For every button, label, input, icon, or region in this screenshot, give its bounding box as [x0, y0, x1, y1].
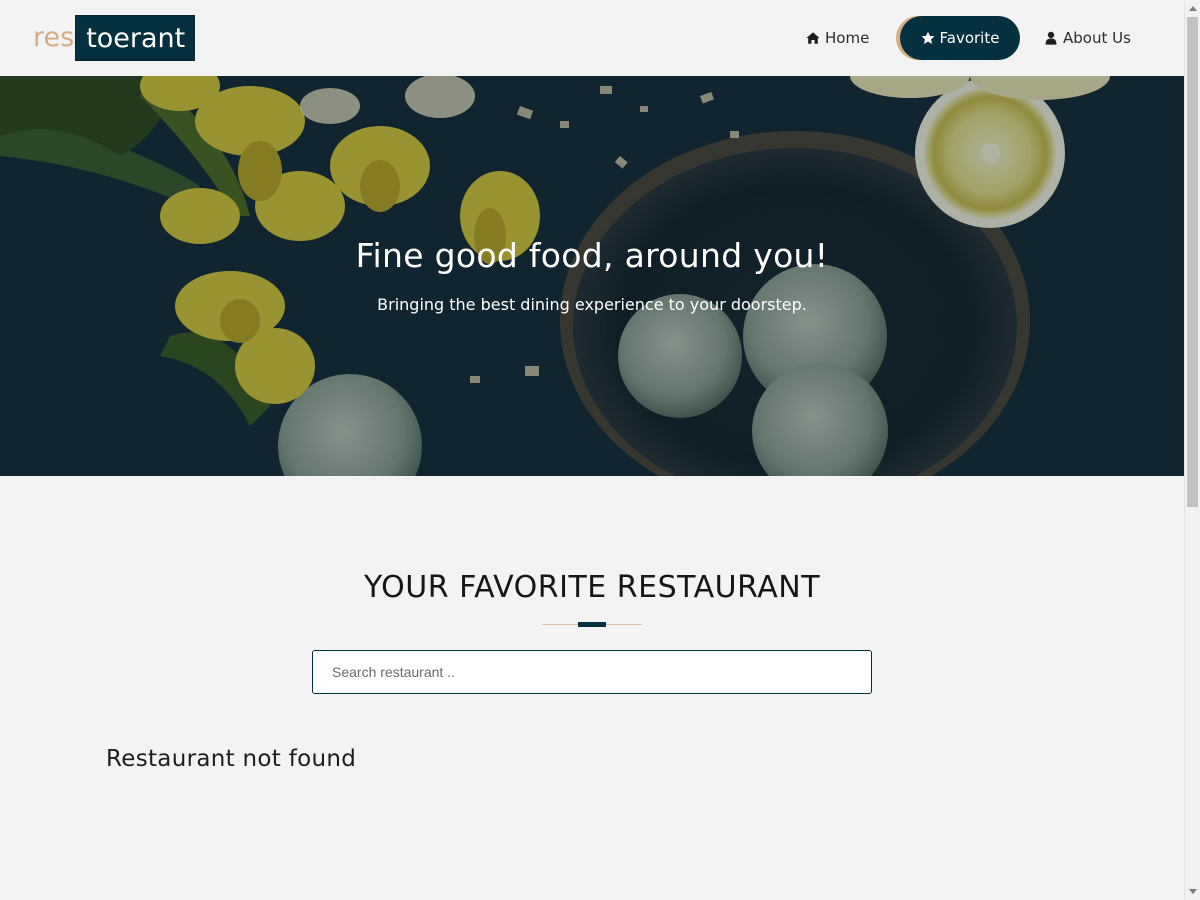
nav-label-home: Home	[825, 29, 870, 47]
user-icon	[1044, 31, 1058, 45]
nav-item-home[interactable]: Home	[806, 16, 869, 60]
empty-state-message: Restaurant not found	[106, 746, 357, 772]
nav-label-about-us: About Us	[1063, 29, 1131, 47]
logo-text-toerant: toerant	[75, 15, 196, 61]
title-divider	[542, 622, 642, 627]
hero-subtitle: Bringing the best dining experience to y…	[377, 295, 807, 314]
home-icon	[806, 31, 820, 45]
scrollbar-thumb[interactable]	[1187, 17, 1198, 507]
hero-title: Fine good food, around you!	[355, 236, 829, 275]
hero-overlay	[0, 76, 1184, 476]
hero-banner: Fine good food, around you! Bringing the…	[0, 76, 1184, 476]
scroll-up-arrow-icon[interactable]	[1189, 6, 1197, 11]
brand-logo[interactable]: res toerant	[33, 15, 196, 61]
section-title: YOUR FAVORITE RESTAURANT	[363, 570, 821, 605]
nav-label-favorite: Favorite	[939, 29, 1000, 47]
divider-accent	[578, 622, 606, 627]
star-icon	[921, 31, 935, 45]
vertical-scrollbar[interactable]	[1184, 0, 1200, 900]
search-input[interactable]	[312, 650, 872, 694]
nav-item-favorite[interactable]: Favorite	[900, 16, 1020, 60]
logo-text-res: res	[33, 22, 75, 53]
scroll-down-arrow-icon[interactable]	[1189, 889, 1197, 894]
nav-item-about-us[interactable]: About Us	[1044, 16, 1131, 60]
app-header: res toerant Home Favorite About Us	[0, 0, 1184, 76]
